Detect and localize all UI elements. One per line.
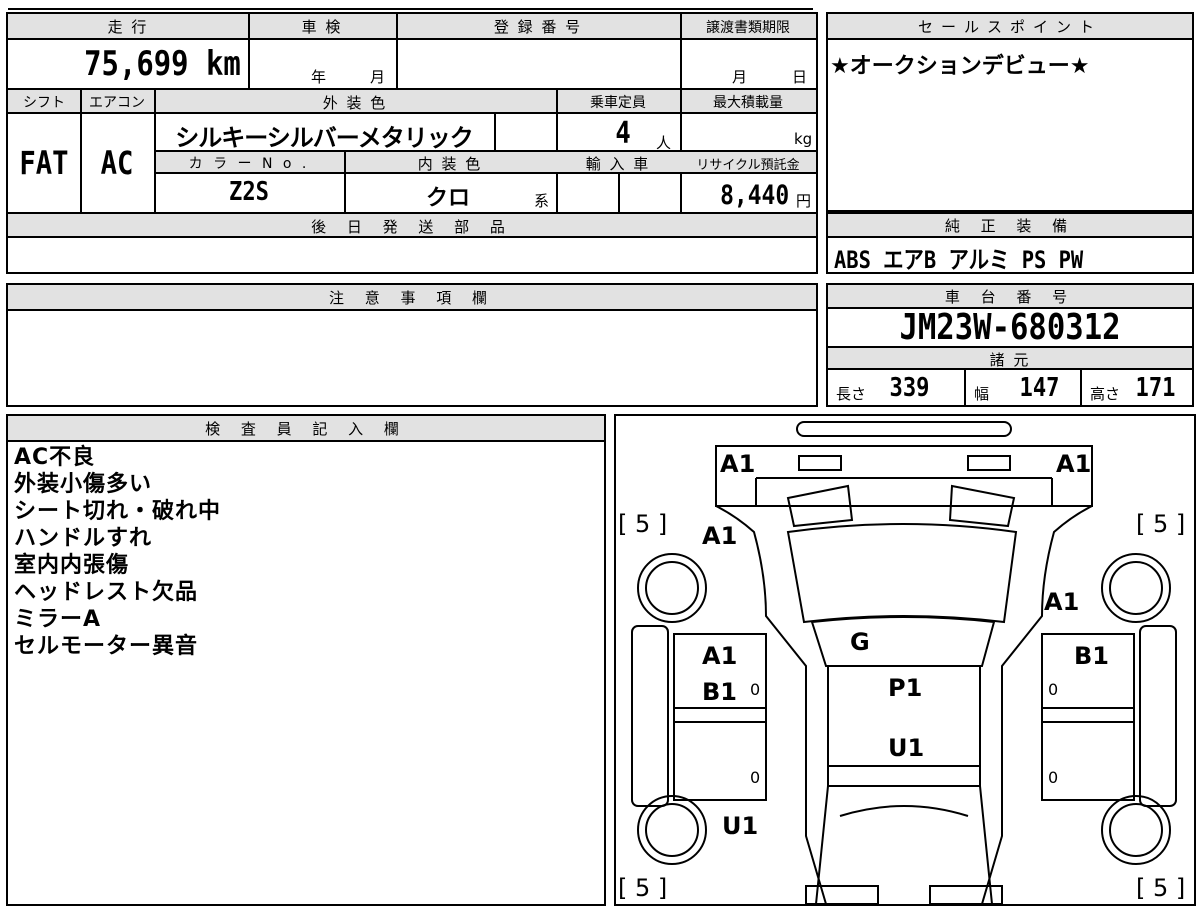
inspector-note-7: ミラーA bbox=[14, 607, 102, 632]
recycle-value: 8,440 bbox=[720, 180, 790, 211]
inspection-year: 年 bbox=[311, 68, 327, 86]
inspector-note-2: 外装小傷多い bbox=[14, 472, 153, 497]
label-door-left-bottom: B1 bbox=[702, 678, 737, 706]
mileage-value: 75,699 km bbox=[84, 44, 241, 84]
label-tire-fl: [ 5 ] bbox=[618, 510, 668, 538]
label-rear-left: U1 bbox=[722, 812, 759, 840]
label-tire-rl: [ 5 ] bbox=[618, 874, 668, 902]
color-no-label: カ ラ ー N o . bbox=[188, 156, 310, 172]
inspection-month: 月 bbox=[370, 68, 386, 86]
label-roof-front: P1 bbox=[888, 674, 923, 702]
inspector-note-3: シート切れ・破れ中 bbox=[14, 499, 222, 524]
label-door-right-top: B1 bbox=[1074, 642, 1109, 670]
recycle-unit: 円 bbox=[796, 192, 812, 210]
label-door-left-top: A1 bbox=[702, 642, 738, 670]
label-door-zero-3: 0 bbox=[1048, 680, 1059, 699]
label-fender-right: A1 bbox=[1044, 588, 1080, 616]
sales-point-label: セールスポイント bbox=[917, 18, 1102, 36]
color-no-value: Z2S bbox=[229, 177, 269, 207]
label-door-zero-2: 0 bbox=[750, 768, 761, 787]
inspector-note-1: AC不良 bbox=[14, 445, 96, 470]
inspector-label: 検 査 員 記 入 欄 bbox=[205, 420, 407, 438]
sales-point-text: ★オークションデビュー★ bbox=[830, 54, 1090, 79]
car-diagram-box: A1 A1 A1 A1 G A1 B1 B1 P1 U1 U1 [ 5 ] [ … bbox=[614, 414, 1196, 906]
transfer-day: 日 bbox=[792, 68, 808, 86]
exterior-label: 外 装 色 bbox=[322, 94, 388, 112]
capacity-label: 乗車定員 bbox=[590, 95, 646, 111]
label-front-right: A1 bbox=[1056, 450, 1092, 478]
equipment-items: ABS エアB アルミ PS PW bbox=[834, 246, 1084, 274]
label-tire-rr: [ 5 ] bbox=[1136, 874, 1186, 902]
inspector-box: 検 査 員 記 入 欄 AC不良 外装小傷多い シート切れ・破れ中 ハンドルすれ… bbox=[6, 414, 606, 906]
mileage-label: 走 行 bbox=[107, 18, 149, 36]
length-value: 339 bbox=[889, 373, 930, 403]
top-stub bbox=[8, 0, 813, 10]
ac-value: AC bbox=[100, 144, 134, 182]
inspection-label: 車 検 bbox=[301, 18, 343, 36]
chassis-number: JM23W-680312 bbox=[899, 307, 1121, 348]
ac-label: エアコン bbox=[89, 95, 145, 111]
inspector-note-6: ヘッドレスト欠品 bbox=[14, 580, 199, 605]
label-fender-left: A1 bbox=[702, 522, 738, 550]
exterior-value: シルキーシルバーメタリック bbox=[175, 124, 474, 152]
label-hood: G bbox=[850, 628, 870, 656]
specs-label: 諸 元 bbox=[989, 351, 1031, 369]
height-value: 171 bbox=[1135, 373, 1176, 403]
maxload-label: 最大積載量 bbox=[713, 95, 783, 111]
label-front-left: A1 bbox=[720, 450, 756, 478]
shift-label: シフト bbox=[23, 95, 65, 111]
maxload-unit: kg bbox=[794, 130, 813, 148]
width-label: 幅 bbox=[974, 385, 990, 403]
interior-value: クロ bbox=[426, 186, 471, 211]
interior-label: 内 装 色 bbox=[417, 155, 483, 173]
recycle-label: リサイクル預託金 bbox=[696, 158, 800, 173]
chassis-label: 車 台 番 号 bbox=[944, 288, 1076, 306]
inspector-note-4: ハンドルすれ bbox=[14, 526, 153, 551]
label-tire-fr: [ 5 ] bbox=[1136, 510, 1186, 538]
interior-suffix: 系 bbox=[534, 192, 550, 210]
transfer-month: 月 bbox=[732, 68, 748, 86]
label-roof-rear: U1 bbox=[888, 734, 925, 762]
height-label: 高さ bbox=[1090, 385, 1121, 403]
sales-point-box: セールスポイント ★オークションデビュー★ bbox=[826, 12, 1194, 212]
import-label: 輸 入 車 bbox=[585, 155, 651, 173]
equipment-label: 純 正 装 備 bbox=[944, 217, 1076, 235]
width-value: 147 bbox=[1019, 373, 1060, 403]
equipment-box: 純 正 装 備 ABS エアB アルミ PS PW bbox=[826, 212, 1194, 274]
inspector-note-8: セルモーター異音 bbox=[14, 634, 199, 659]
label-door-zero-1: 0 bbox=[750, 680, 761, 699]
notes-label: 注 意 事 項 欄 bbox=[328, 289, 496, 307]
shift-value: FAT bbox=[19, 144, 69, 182]
capacity-value: 4 bbox=[615, 116, 631, 151]
inspector-note-5: 室内内張傷 bbox=[14, 553, 130, 578]
transfer-label: 譲渡書類期限 bbox=[706, 20, 790, 36]
chassis-box: 車 台 番 号 JM23W-680312 諸 元 長さ 339 幅 147 高さ… bbox=[826, 283, 1194, 407]
later-parts-label: 後 日 発 送 部 品 bbox=[311, 218, 513, 236]
label-door-zero-4: 0 bbox=[1048, 768, 1059, 787]
registration-label: 登 録 番 号 bbox=[493, 18, 583, 36]
notes-box: 注 意 事 項 欄 bbox=[6, 283, 818, 407]
length-label: 長さ bbox=[836, 385, 867, 403]
vehicle-info-box: 走 行 車 検 登 録 番 号 譲渡書類期限 75,699 km 年 月 月 日… bbox=[6, 12, 818, 274]
